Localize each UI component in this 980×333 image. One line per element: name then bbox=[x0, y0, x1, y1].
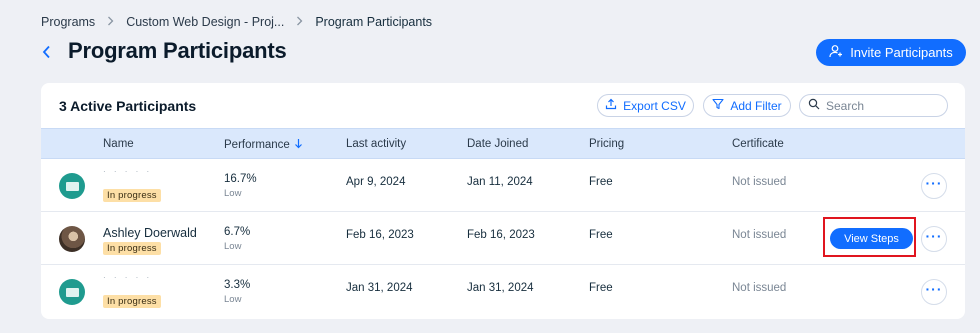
performance-value: 3.3% bbox=[224, 279, 251, 291]
search-icon bbox=[808, 97, 820, 115]
column-date-joined[interactable]: Date Joined bbox=[467, 138, 528, 150]
table-header: Name Performance Last activity Date Join… bbox=[41, 128, 965, 159]
more-actions-button[interactable]: ··· bbox=[921, 226, 947, 252]
participants-count-title: 3 Active Participants bbox=[59, 98, 197, 114]
performance-value: 6.7% bbox=[224, 226, 251, 238]
add-filter-button[interactable]: Add Filter bbox=[703, 94, 791, 117]
avatar bbox=[59, 226, 85, 252]
performance-value: 16.7% bbox=[224, 173, 257, 185]
participant-name: · · · · · bbox=[103, 167, 153, 176]
avatar bbox=[59, 173, 85, 199]
default-avatar-icon bbox=[65, 287, 79, 297]
invite-participants-label: Invite Participants bbox=[850, 45, 953, 60]
certificate-status: Not issued bbox=[732, 282, 787, 294]
more-actions-button[interactable]: ··· bbox=[921, 173, 947, 199]
chevron-right-icon bbox=[296, 15, 303, 29]
status-badge: In progress bbox=[103, 242, 161, 255]
export-csv-label: Export CSV bbox=[623, 98, 686, 113]
certificate-status: Not issued bbox=[732, 229, 787, 241]
participant-name: · · · · · bbox=[103, 273, 153, 282]
search-box bbox=[799, 94, 948, 117]
performance-level: Low bbox=[224, 294, 242, 305]
last-activity: Apr 9, 2024 bbox=[346, 176, 406, 188]
avatar bbox=[59, 279, 85, 305]
chevron-right-icon bbox=[107, 15, 114, 29]
breadcrumb: Programs Custom Web Design - Proj... Pro… bbox=[41, 15, 432, 29]
view-steps-button[interactable]: View Steps bbox=[830, 228, 913, 249]
search-input[interactable] bbox=[826, 98, 936, 113]
certificate-status: Not issued bbox=[732, 176, 787, 188]
back-chevron-icon[interactable] bbox=[37, 41, 55, 63]
add-filter-label: Add Filter bbox=[730, 98, 782, 113]
export-csv-button[interactable]: Export CSV bbox=[597, 94, 694, 117]
filter-icon bbox=[712, 98, 724, 113]
table-row[interactable]: · · · · · In progress 16.7% Low Apr 9, 2… bbox=[41, 159, 965, 212]
breadcrumb-current: Program Participants bbox=[315, 15, 433, 29]
performance-level: Low bbox=[224, 241, 242, 252]
breadcrumb-program[interactable]: Custom Web Design - Proj... bbox=[126, 15, 284, 29]
table-row[interactable]: · · · · · In progress 3.3% Low Jan 31, 2… bbox=[41, 265, 965, 318]
more-actions-button[interactable]: ··· bbox=[921, 279, 947, 305]
status-badge: In progress bbox=[103, 189, 161, 202]
last-activity: Jan 31, 2024 bbox=[346, 282, 413, 294]
page-title: Program Participants bbox=[68, 38, 287, 63]
pricing: Free bbox=[589, 176, 613, 188]
participant-name: Ashley Doerwald bbox=[103, 226, 197, 240]
breadcrumb-programs[interactable]: Programs bbox=[41, 15, 95, 29]
sort-down-arrow-icon bbox=[294, 138, 303, 152]
date-joined: Feb 16, 2023 bbox=[467, 229, 535, 241]
table-row[interactable]: Ashley Doerwald In progress 6.7% Low Feb… bbox=[41, 212, 965, 265]
default-avatar-icon bbox=[65, 181, 79, 191]
add-user-icon bbox=[829, 44, 843, 61]
last-activity: Feb 16, 2023 bbox=[346, 229, 414, 241]
performance-level: Low bbox=[224, 188, 242, 199]
column-last-activity[interactable]: Last activity bbox=[346, 138, 406, 150]
pricing: Free bbox=[589, 282, 613, 294]
column-pricing[interactable]: Pricing bbox=[589, 138, 624, 150]
column-performance-label: Performance bbox=[224, 139, 290, 151]
column-certificate[interactable]: Certificate bbox=[732, 138, 784, 150]
export-icon bbox=[605, 98, 617, 113]
column-performance[interactable]: Performance bbox=[224, 138, 303, 152]
column-name[interactable]: Name bbox=[103, 138, 134, 150]
invite-participants-button[interactable]: Invite Participants bbox=[816, 39, 966, 66]
status-badge: In progress bbox=[103, 295, 161, 308]
date-joined: Jan 11, 2024 bbox=[467, 176, 533, 188]
date-joined: Jan 31, 2024 bbox=[467, 282, 534, 294]
pricing: Free bbox=[589, 229, 613, 241]
participants-card: 3 Active Participants Export CSV Add Fil… bbox=[41, 83, 965, 319]
